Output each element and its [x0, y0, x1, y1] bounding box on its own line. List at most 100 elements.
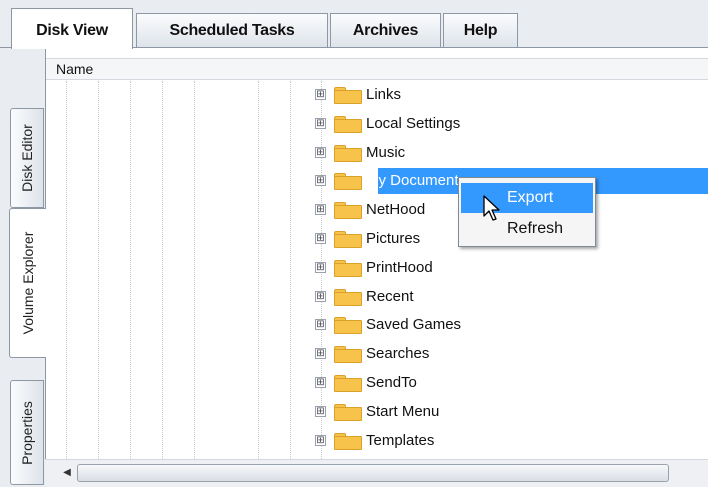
- tab-help[interactable]: Help: [443, 13, 518, 48]
- folder-icon: [334, 403, 362, 421]
- tree-item-label: SendTo: [366, 374, 417, 391]
- folder-icon: [334, 202, 362, 220]
- expand-plus-icon[interactable]: ⊞: [315, 319, 326, 331]
- expand-plus-icon[interactable]: ⊞: [315, 405, 326, 417]
- expand-plus-icon[interactable]: ⊞: [315, 348, 326, 360]
- tree-item[interactable]: ⊞ Searches: [311, 341, 708, 367]
- tree-item-content: ⊞ Music: [311, 140, 708, 166]
- side-tab-label: Disk Editor: [19, 124, 35, 192]
- tree-guide-line: [258, 81, 259, 461]
- tree-item[interactable]: ⊞ Local Settings: [311, 111, 708, 137]
- folder-icon: [334, 259, 362, 277]
- expand-plus-icon[interactable]: ⊞: [315, 290, 326, 302]
- folder-body-shape: [334, 176, 362, 191]
- side-tab-label: Properties: [19, 400, 35, 465]
- tree-item-label: Music: [366, 143, 406, 161]
- folder-icon: [334, 87, 362, 104]
- tree-item[interactable]: ⊞ Music: [311, 140, 708, 166]
- tree-item-content: ⊞ PrintHood: [311, 255, 708, 281]
- tree-item[interactable]: ⊞ SendTo: [311, 370, 708, 396]
- tree-item-content: ⊞ Recent: [311, 284, 708, 310]
- folder-body-shape: [334, 205, 362, 220]
- expand-plus-icon[interactable]: ⊞: [315, 146, 326, 158]
- tree-item-content: ⊞ Links: [311, 82, 708, 108]
- tree-item-label: Searches: [366, 345, 430, 363]
- side-tab-properties[interactable]: Properties: [10, 380, 44, 485]
- folder-icon: [334, 288, 362, 306]
- volume-explorer-pane: Name ⊞ Links ⊞ Local Settings ⊞ Music ⊞ My Docu…: [45, 48, 708, 487]
- side-tab-label: Volume Explorer: [20, 231, 36, 335]
- context-menu-refresh[interactable]: Refresh: [461, 214, 593, 244]
- scrollbar-thumb[interactable]: [77, 464, 669, 482]
- folder-icon: [334, 317, 362, 335]
- folder-body-shape: [334, 118, 362, 133]
- folder-body-shape: [334, 291, 362, 306]
- mouse-cursor-icon: [483, 195, 500, 221]
- side-tab-strip: Disk Editor Volume Explorer Properties: [0, 48, 46, 487]
- tree-item[interactable]: ⊞ Templates: [311, 428, 708, 454]
- tree-item[interactable]: ⊞ PrintHood: [311, 255, 708, 281]
- context-menu-export[interactable]: Export: [461, 183, 593, 213]
- tree-item-label: Saved Games: [366, 316, 462, 334]
- expand-plus-icon[interactable]: ⊞: [315, 204, 326, 216]
- tree-item[interactable]: ⊞ Recent: [311, 284, 708, 310]
- tree-item-label: Recent: [366, 287, 414, 305]
- tree-item-label: Local Settings: [366, 114, 461, 132]
- folder-body-shape: [334, 90, 362, 104]
- folder-icon: [334, 115, 362, 133]
- folder-icon: [334, 346, 362, 364]
- tree-item[interactable]: ⊞ Saved Games: [311, 312, 708, 338]
- folder-body-shape: [334, 349, 362, 364]
- scroll-left-arrow-icon[interactable]: ◀: [59, 465, 75, 481]
- expand-plus-icon[interactable]: ⊞: [315, 261, 326, 273]
- folder-icon: [334, 173, 362, 191]
- folder-icon: [334, 231, 362, 248]
- tree-guide-line: [290, 81, 291, 461]
- folder-body-shape: [334, 378, 362, 392]
- tree-item-content: ⊞ Templates: [311, 428, 708, 454]
- tab-scheduled-tasks[interactable]: Scheduled Tasks: [136, 13, 328, 48]
- expand-plus-icon[interactable]: ⊞: [315, 117, 326, 129]
- tree-guide-line: [98, 81, 99, 461]
- tree-item-content: ⊞ Start Menu: [311, 399, 708, 425]
- tree-item-content: ⊞ Searches: [311, 341, 708, 367]
- expand-plus-icon[interactable]: ⊞: [315, 233, 326, 244]
- expand-plus-icon[interactable]: ⊞: [315, 377, 326, 388]
- tab-archives[interactable]: Archives: [330, 13, 441, 48]
- tree-item-content: ⊞ SendTo: [311, 370, 708, 396]
- folder-body-shape: [334, 406, 362, 421]
- top-tab-strip: Disk View Scheduled Tasks Archives Help: [0, 0, 708, 49]
- tree-item-label: Pictures: [366, 230, 421, 247]
- folder-icon: [334, 432, 362, 450]
- tree-item-label: NetHood: [366, 201, 426, 219]
- tree-item-label: My Documents: [366, 172, 467, 190]
- expand-plus-icon[interactable]: ⊞: [315, 434, 326, 446]
- folder-body-shape: [334, 320, 362, 335]
- folder-body-shape: [334, 262, 362, 277]
- folder-icon: [334, 144, 362, 162]
- expand-plus-icon[interactable]: ⊞: [315, 89, 326, 100]
- tree-guide-line: [66, 81, 67, 461]
- column-header[interactable]: Name: [46, 58, 708, 80]
- expand-plus-icon[interactable]: ⊞: [315, 175, 326, 187]
- tree-item-label: Links: [366, 86, 402, 103]
- folder-body-shape: [334, 435, 362, 450]
- context-menu: Export Refresh: [458, 177, 596, 247]
- tree-item[interactable]: ⊞ Links: [311, 82, 708, 108]
- tree-guide-line: [162, 81, 163, 461]
- tree-item[interactable]: ⊞ Start Menu: [311, 399, 708, 425]
- tab-disk-view[interactable]: Disk View: [11, 8, 133, 49]
- tree-item-label: Templates: [366, 431, 435, 449]
- folder-body-shape: [334, 147, 362, 162]
- tree-item-content: ⊞ Saved Games: [311, 312, 708, 338]
- tree-item-content: ⊞ Local Settings: [311, 111, 708, 137]
- tree-item-label: PrintHood: [366, 258, 433, 276]
- tree-guide-line: [130, 81, 131, 461]
- tree-guide-line: [194, 81, 195, 461]
- horizontal-scrollbar[interactable]: ◀: [45, 459, 708, 487]
- folder-icon: [334, 375, 362, 392]
- side-tab-volume-explorer[interactable]: Volume Explorer: [9, 208, 46, 358]
- column-header-name: Name: [56, 61, 94, 77]
- folder-body-shape: [334, 234, 362, 248]
- side-tab-disk-editor[interactable]: Disk Editor: [10, 108, 44, 208]
